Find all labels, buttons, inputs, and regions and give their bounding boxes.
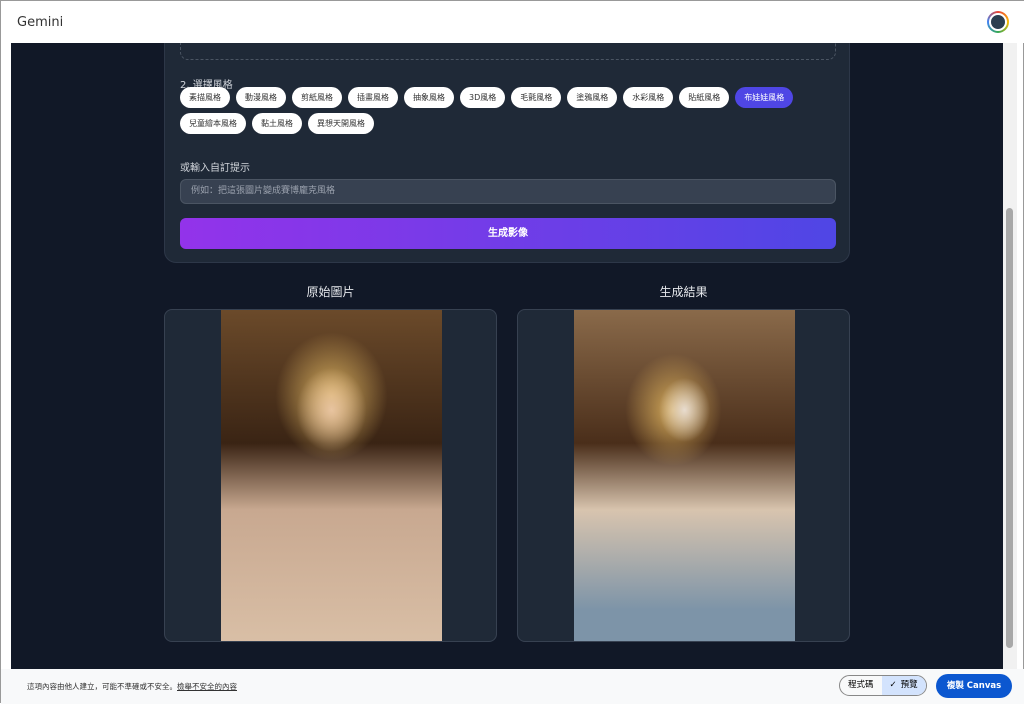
result-panel	[517, 309, 850, 642]
preview-tab[interactable]: ✓ 預覽	[881, 676, 926, 695]
style-chips: 素描風格 動漫風格 剪紙風格 插畫風格 抽象風格 3D風格 毛氈風格 塗鴉風格 水彩風格 貼紙風格…	[180, 87, 840, 134]
footer-notice: 這項內容由他人建立，可能不準確或不安全。	[27, 682, 177, 691]
style-chip[interactable]: 抽象風格	[404, 87, 454, 108]
view-toggle: 程式碼 ✓ 預覽	[839, 675, 927, 696]
style-chip[interactable]: 兒童繪本風格	[180, 113, 246, 134]
report-link[interactable]: 檢舉不安全的內容	[177, 681, 237, 692]
style-chip[interactable]: 水彩風格	[623, 87, 674, 108]
code-tab[interactable]: 程式碼	[840, 676, 882, 695]
original-heading: 原始圖片	[306, 285, 355, 299]
style-chip[interactable]: 素描風格	[180, 87, 230, 108]
original-panel	[164, 309, 497, 642]
style-chip[interactable]: 剪紙風格	[292, 87, 342, 108]
controls-card: 2. 選擇風格 素描風格 動漫風格 剪紙風格 插畫風格 抽象風格 3D風格 毛氈風格 塗鴉風格…	[164, 43, 850, 263]
generate-button[interactable]: 生成影像	[180, 218, 836, 249]
style-chip[interactable]: 塗鴉風格	[567, 87, 618, 108]
custom-prompt-input[interactable]: 例如：把這張圖片變成賽博龐克風格	[180, 179, 836, 204]
original-image	[221, 310, 442, 641]
custom-prompt-label: 或輸入自訂提示	[180, 163, 250, 174]
upload-dropzone[interactable]	[180, 43, 836, 60]
style-chip[interactable]: 3D風格	[460, 87, 506, 108]
check-icon: ✓	[889, 680, 897, 690]
preview-label: 預覽	[900, 680, 918, 690]
top-bar: Gemini	[1, 1, 1024, 43]
style-chip[interactable]: 毛氈風格	[511, 87, 562, 108]
avatar[interactable]	[987, 11, 1009, 33]
style-chip[interactable]: 貼紙風格	[679, 87, 730, 108]
result-image	[574, 310, 795, 641]
style-chip[interactable]: 布娃娃風格	[735, 87, 794, 108]
style-chip[interactable]: 插畫風格	[348, 87, 398, 108]
app-title: Gemini	[17, 14, 64, 30]
scrollbar[interactable]	[1003, 43, 1017, 669]
style-chip[interactable]: 異想天開風格	[308, 113, 374, 134]
style-chip[interactable]: 動漫風格	[236, 87, 286, 108]
result-heading: 生成結果	[659, 285, 708, 299]
copy-canvas-button[interactable]: 複製 Canvas	[936, 674, 1012, 698]
canvas-preview: 2. 選擇風格 素描風格 動漫風格 剪紙風格 插畫風格 抽象風格 3D風格 毛氈風格 塗鴉風格…	[11, 43, 1003, 669]
style-chip[interactable]: 黏土風格	[252, 113, 302, 134]
